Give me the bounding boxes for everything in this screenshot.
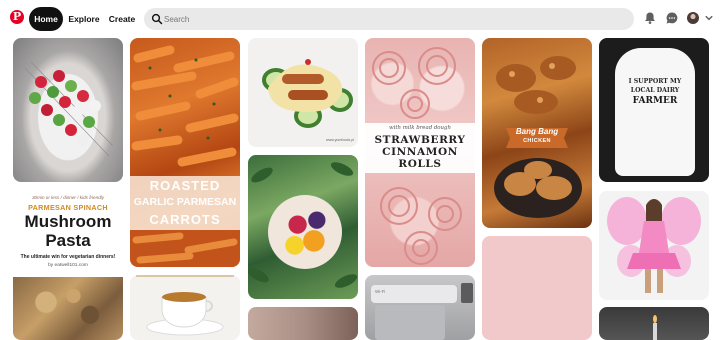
carrots-illustration [131, 45, 239, 167]
rolls-script-line: with milk bread dough [389, 125, 451, 131]
pasta-subtitle: PARMESAN SPINACH [28, 203, 108, 212]
carrots-title-line-1: ROASTED [149, 178, 221, 193]
pin-fruit-skewers[interactable] [13, 38, 123, 182]
pinterest-logo-icon[interactable]: P [10, 10, 24, 24]
pin-cucumber-cars[interactable]: www.yumfoods.pl [248, 38, 358, 147]
pin-candle[interactable] [599, 307, 709, 340]
pasta-credit: by eatwell101.com [48, 263, 88, 268]
pin-fairy-costume[interactable] [599, 191, 709, 300]
bell-icon[interactable] [643, 11, 657, 25]
chicken-title-line-1: Bang Bang [515, 127, 559, 136]
mixer-brand-label: Wi-Fi [375, 289, 386, 294]
onesie-shirt [615, 48, 695, 176]
rolls-title-line-3: ROLLS [398, 158, 442, 170]
cucumber-credit: www.yumfoods.pl [326, 138, 354, 142]
pin-fitness[interactable] [248, 307, 358, 340]
skewers-illustration [24, 61, 114, 157]
rolls-title-line-1: STRAWBERRY [374, 134, 466, 146]
nav-home-button[interactable]: Home [29, 7, 63, 31]
pin-bang-bang-chicken[interactable]: Bang Bang CHICKEN [482, 38, 592, 228]
search-bar[interactable] [144, 8, 634, 30]
pin-tea-cup[interactable] [130, 275, 240, 340]
pin-placeholder-pink[interactable] [482, 236, 592, 340]
onesie-text-line-3: FARMER [632, 96, 678, 106]
rolls-title-line-2: CINNAMON [382, 146, 458, 158]
avatar[interactable] [687, 12, 699, 24]
pin-kitchen-mixer[interactable]: Wi-Fi [365, 275, 475, 340]
search-icon [151, 13, 163, 25]
pin-baby-onesie[interactable]: I SUPPORT MY LOCAL DAIRY FARMER [599, 38, 709, 182]
pasta-tagline: 30min or less / dinner / kids friendly [32, 195, 104, 200]
pasta-description: The ultimate win for vegetarian dinners! [20, 254, 116, 260]
pin-roasted-carrots[interactable]: ROASTED GARLIC PARMESAN CARROTS [130, 38, 240, 267]
fairy-illustration [607, 197, 701, 293]
onesie-text-line-2: LOCAL DAIRY [630, 87, 680, 94]
tea-cup-illustration [136, 275, 234, 336]
fruit-plate [268, 195, 342, 269]
pin-mushroom-pasta[interactable]: 30min or less / dinner / kids friendly P… [13, 191, 123, 340]
top-nav-bar: P Home Explore Create [0, 0, 720, 36]
carrots-photo-bottom [130, 230, 240, 267]
chicken-title-line-2: CHICKEN [523, 138, 551, 144]
chat-icon[interactable] [665, 11, 679, 25]
pin-strawberry-rolls[interactable]: with milk bread dough STRAWBERRY CINNAMO… [365, 38, 475, 267]
onesie-text-line-1: I SUPPORT MY [628, 78, 682, 85]
nav-explore-button[interactable]: Explore [66, 7, 102, 31]
chevron-down-icon[interactable] [705, 14, 713, 22]
nav-create-button[interactable]: Create [106, 7, 138, 31]
pasta-photo [13, 277, 123, 340]
carrots-title-line-3: CARROTS [149, 212, 221, 227]
cucumber-cars-illustration [262, 59, 353, 128]
carrots-title-line-2: GARLIC PARMESAN [133, 196, 237, 208]
mixer-illustration [371, 283, 473, 340]
pin-fruit-platter[interactable] [248, 155, 358, 299]
pasta-title-line-1: Mushroom [24, 212, 112, 231]
pasta-title-line-2: Pasta [45, 231, 91, 250]
search-input[interactable] [164, 11, 624, 27]
candle-illustration [653, 315, 657, 340]
